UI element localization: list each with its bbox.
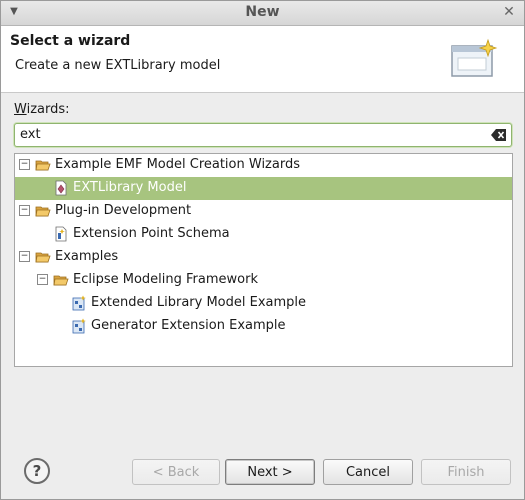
tree-item-label: Eclipse Modeling Framework (73, 272, 258, 287)
wizard-filter-field[interactable] (14, 123, 512, 147)
tree-item-extlibrary-model[interactable]: EXTLibrary Model (15, 177, 512, 200)
tree-item-extension-point-schema[interactable]: Extension Point Schema (15, 223, 512, 246)
tree-item-eclipse-modeling-framework[interactable]: − Eclipse Modeling Framework (15, 269, 512, 292)
new-wizard-dialog: ▼ New ✕ Select a wizard Create a new EXT… (0, 0, 525, 500)
tree-item-label: Extension Point Schema (73, 226, 230, 241)
new-wizard-banner-icon (451, 38, 498, 77)
tree-item-label: Example EMF Model Creation Wizards (55, 157, 300, 172)
example-icon (72, 295, 86, 311)
help-button[interactable]: ? (24, 458, 50, 484)
folder-open-icon (35, 160, 51, 171)
tree-item-label: Plug-in Development (55, 203, 192, 218)
wizard-tree[interactable]: − Example EMF Model Creation Wizards EXT… (14, 153, 513, 367)
collapse-toggle[interactable]: − (37, 274, 48, 285)
tree-item-examples[interactable]: − Examples (15, 246, 512, 269)
tree-item-generator-extension-example[interactable]: Generator Extension Example (15, 315, 512, 338)
clear-icon[interactable] (491, 128, 507, 142)
window-title: New (245, 4, 280, 20)
example-icon (72, 318, 86, 334)
close-icon[interactable]: ✕ (502, 4, 516, 20)
wizards-label: Wizards: (14, 102, 70, 117)
tree-item-plugin-development[interactable]: − Plug-in Development (15, 200, 512, 223)
page-title: Select a wizard (10, 33, 131, 49)
tree-item-label: Extended Library Model Example (91, 295, 307, 310)
tree-item-extended-library-example[interactable]: Extended Library Model Example (15, 292, 512, 315)
tree-item-emf-wizards[interactable]: − Example EMF Model Creation Wizards (15, 154, 512, 177)
folder-open-icon (53, 275, 69, 286)
collapse-toggle[interactable]: − (19, 205, 30, 216)
folder-open-icon (35, 206, 51, 217)
filter-input[interactable] (20, 126, 480, 143)
tree-item-label: Examples (55, 249, 119, 264)
next-button[interactable]: Next > (225, 459, 315, 485)
finish-button[interactable]: Finish (421, 459, 511, 485)
tree-item-label: Generator Extension Example (91, 318, 286, 333)
schema-icon (55, 226, 67, 242)
page-description: Create a new EXTLibrary model (15, 58, 221, 73)
tree-item-label: EXTLibrary Model (73, 180, 187, 195)
model-wizard-icon (55, 180, 67, 196)
collapse-toggle[interactable]: − (19, 159, 30, 170)
folder-open-icon (35, 252, 51, 263)
title-bar: ▼ New ✕ (1, 1, 524, 26)
cancel-button[interactable]: Cancel (323, 459, 413, 485)
back-button[interactable]: < Back (132, 459, 220, 485)
wizard-header: Select a wizard Create a new EXTLibrary … (1, 26, 524, 93)
collapse-toggle[interactable]: − (19, 251, 30, 262)
